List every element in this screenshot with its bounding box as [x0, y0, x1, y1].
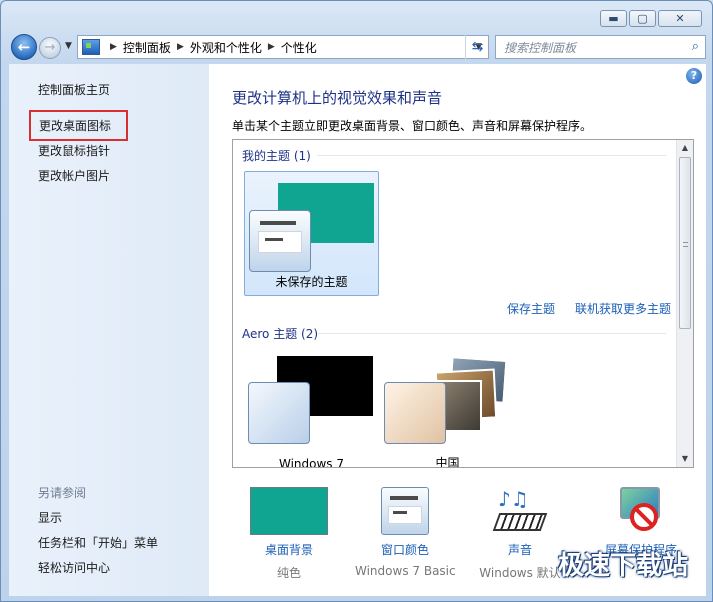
window-color-icon — [381, 487, 429, 535]
navigation-bar: ← → ▼ ▶ 控制面板 ▶ 外观和个性化 ▶ 个性化 ▼ ⇆ 搜索控制面板 ⌕ — [9, 34, 706, 61]
theme-list-scrollbar[interactable]: ▲ ▼ — [676, 140, 693, 467]
scroll-thumb[interactable] — [679, 157, 691, 329]
sound-item[interactable]: ♪♫ 声音 Windows 默认 — [475, 487, 565, 581]
breadcrumb-personalization[interactable]: 个性化 — [281, 39, 317, 56]
sidebar-link-display[interactable]: 显示 — [38, 509, 62, 526]
watermark: 极速下载站 — [557, 551, 688, 581]
theme-windows-7[interactable]: Windows 7 — [244, 348, 379, 468]
my-themes-heading: 我的主题 (1) — [242, 149, 311, 163]
window-color-label: 窗口颜色 — [380, 543, 429, 557]
sound-label: 声音 — [507, 543, 532, 557]
scroll-up-icon[interactable]: ▲ — [677, 140, 693, 156]
save-theme-link[interactable]: 保存主题 — [507, 300, 555, 317]
breadcrumb-separator[interactable]: ▶ — [268, 42, 275, 52]
breadcrumb-control-panel[interactable]: 控制面板 — [123, 39, 171, 56]
theme-label: 未保存的主题 — [275, 275, 348, 289]
desktop-background-value: 纯色 — [276, 566, 301, 580]
refresh-icon: ⇆ — [471, 39, 484, 55]
theme-label: 中国 — [435, 456, 460, 468]
theme-list: 我的主题 (1) 未保存的主题 保存主题 联机获取更多主题 Aero 主题 (2… — [232, 139, 694, 468]
back-button[interactable]: ← — [11, 34, 37, 60]
sound-value: Windows 默认 — [479, 566, 561, 580]
page-title: 更改计算机上的视觉效果和声音 — [232, 89, 443, 107]
recent-pages-dropdown[interactable]: ▼ — [65, 41, 72, 51]
forward-arrow-icon: → — [44, 40, 56, 55]
sidebar-link-taskbar-start-menu[interactable]: 任务栏和「开始」菜单 — [38, 534, 158, 551]
theme-label: Windows 7 — [278, 457, 344, 468]
control-panel-icon — [82, 39, 100, 55]
theme-links: 保存主题 联机获取更多主题 — [507, 300, 671, 317]
breadcrumb-separator[interactable]: ▶ — [177, 42, 184, 52]
page-description: 单击某个主题立即更改桌面背景、窗口颜色、声音和屏幕保护程序。 — [232, 119, 593, 133]
aero-themes-heading: Aero 主题 (2) — [242, 327, 319, 341]
minimize-button[interactable]: ▬ — [600, 10, 627, 27]
divider — [318, 333, 666, 334]
caption-buttons: ▬ ▢ ✕ — [600, 10, 702, 27]
refresh-button[interactable]: ⇆ — [465, 35, 489, 59]
theme-window-preview — [248, 382, 310, 444]
see-also-heading: 另请参阅 — [38, 486, 87, 500]
sound-icon: ♪♫ — [492, 487, 548, 535]
sidebar-link-change-desktop-icons[interactable]: 更改桌面图标 — [29, 110, 129, 141]
breadcrumb-appearance[interactable]: 外观和个性化 — [190, 39, 262, 56]
maximize-button[interactable]: ▢ — [629, 10, 656, 27]
sidebar: 控制面板主页 更改桌面图标 更改鼠标指针 更改帐户图片 另请参阅 显示 任务栏和… — [9, 64, 209, 596]
theme-china[interactable]: 中国 — [380, 348, 515, 468]
search-icon[interactable]: ⌕ — [692, 39, 699, 54]
theme-window-preview — [249, 210, 311, 272]
minimize-icon: ▬ — [608, 12, 619, 25]
breadcrumb-separator[interactable]: ▶ — [110, 42, 117, 52]
sidebar-link-change-account-picture[interactable]: 更改帐户图片 — [38, 167, 110, 184]
sidebar-link-home[interactable]: 控制面板主页 — [38, 81, 110, 98]
sidebar-link-change-mouse-pointers[interactable]: 更改鼠标指针 — [38, 142, 110, 159]
theme-unsaved[interactable]: 未保存的主题 — [244, 171, 379, 296]
forward-button[interactable]: → — [39, 37, 61, 59]
theme-window-preview — [384, 382, 446, 444]
maximize-icon: ▢ — [637, 12, 648, 25]
breadcrumb: ▶ 控制面板 ▶ 外观和个性化 ▶ 个性化 — [104, 39, 317, 56]
window-color-item[interactable]: 窗口颜色 Windows 7 Basic — [355, 487, 456, 578]
search-input[interactable]: 搜索控制面板 ⌕ — [495, 35, 706, 59]
get-more-themes-link[interactable]: 联机获取更多主题 — [575, 300, 671, 317]
desktop-background-label: 桌面背景 — [264, 543, 313, 557]
desktop-background-icon — [250, 487, 328, 535]
search-placeholder: 搜索控制面板 — [504, 40, 577, 55]
window-frame: ▬ ▢ ✕ ← → ▼ ▶ 控制面板 ▶ 外观和个性化 ▶ 个性化 ▼ ⇆ 搜索… — [0, 0, 713, 602]
main-content: ? 更改计算机上的视觉效果和声音 单击某个主题立即更改桌面背景、窗口颜色、声音和… — [209, 64, 706, 596]
scroll-down-icon[interactable]: ▼ — [677, 451, 693, 467]
window-color-value: Windows 7 Basic — [355, 564, 456, 578]
close-button[interactable]: ✕ — [658, 10, 702, 27]
screensaver-icon — [616, 487, 666, 535]
divider — [317, 155, 666, 156]
desktop-background-item[interactable]: 桌面背景 纯色 — [248, 487, 330, 581]
sidebar-link-ease-of-access[interactable]: 轻松访问中心 — [38, 559, 110, 576]
help-icon[interactable]: ? — [686, 68, 702, 84]
back-arrow-icon: ← — [17, 38, 31, 56]
address-bar[interactable]: ▶ 控制面板 ▶ 外观和个性化 ▶ 个性化 ▼ — [77, 35, 489, 59]
close-icon: ✕ — [675, 12, 685, 25]
